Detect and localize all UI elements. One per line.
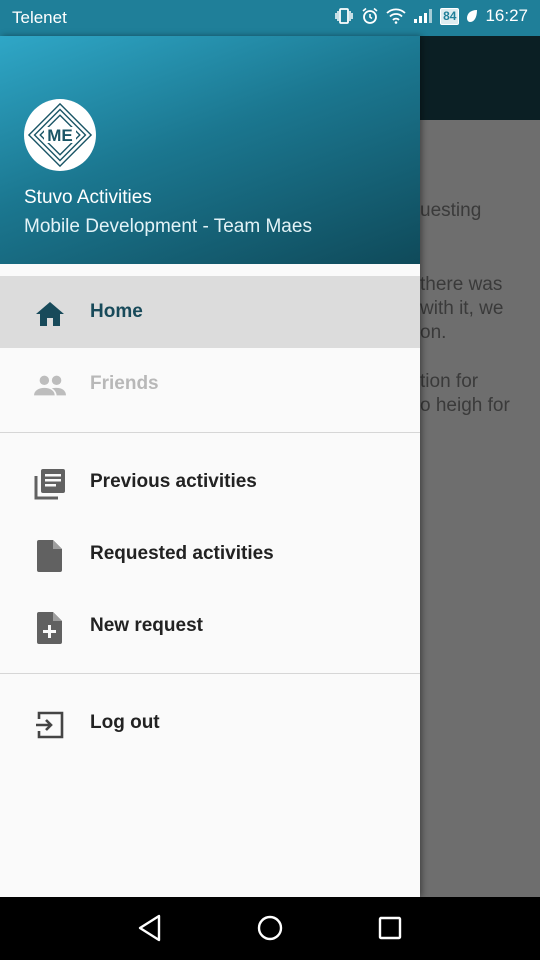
alarm-icon bbox=[361, 7, 379, 25]
navigation-drawer: ME Stuvo Activities Mobile Development -… bbox=[0, 36, 420, 897]
nav-item-label: Log out bbox=[90, 712, 160, 733]
recents-button[interactable] bbox=[375, 913, 405, 943]
list-icon bbox=[34, 468, 66, 500]
nav-item-label: Previous activities bbox=[90, 471, 257, 492]
background-text-line: tion for bbox=[420, 371, 479, 392]
nav-item-label: Requested activities bbox=[90, 543, 274, 564]
people-icon bbox=[34, 370, 66, 402]
battery-indicator: 84 bbox=[440, 7, 460, 25]
divider bbox=[0, 673, 420, 674]
home-button[interactable] bbox=[255, 913, 285, 943]
file-plus-icon bbox=[34, 612, 66, 644]
home-icon bbox=[34, 298, 66, 330]
team-logo: ME bbox=[24, 99, 96, 171]
nav-item-home[interactable]: Home bbox=[0, 276, 420, 348]
wifi-icon bbox=[386, 8, 406, 24]
status-icons: 84 16:27 bbox=[334, 6, 528, 26]
file-icon bbox=[34, 540, 66, 572]
signal-icon bbox=[413, 8, 433, 24]
divider bbox=[0, 432, 420, 433]
nav-item-friends[interactable]: Friends bbox=[0, 348, 420, 420]
vibrate-icon bbox=[334, 7, 354, 25]
app-name: Stuvo Activities bbox=[24, 187, 152, 208]
back-button[interactable] bbox=[135, 913, 165, 943]
exit-icon bbox=[34, 709, 66, 741]
nav-item-previous-activities[interactable]: Previous activities bbox=[0, 446, 420, 518]
status-bar: Telenet 84 16:27 bbox=[0, 0, 540, 36]
clock-time: 16:27 bbox=[485, 6, 528, 25]
nav-item-new-request[interactable]: New request bbox=[0, 590, 420, 662]
background-text-line: o heigh for bbox=[420, 395, 510, 416]
nav-item-log-out[interactable]: Log out bbox=[0, 687, 420, 759]
system-navigation-bar bbox=[0, 897, 540, 960]
nav-item-label: Friends bbox=[90, 373, 159, 394]
nav-item-label: Home bbox=[90, 301, 143, 322]
background-text-line: with it, we bbox=[420, 298, 504, 319]
background-text-line: there was bbox=[420, 274, 503, 295]
leaf-icon bbox=[466, 9, 478, 23]
drawer-header: ME Stuvo Activities Mobile Development -… bbox=[0, 36, 420, 264]
carrier-name: Telenet bbox=[12, 8, 67, 27]
nav-item-label: New request bbox=[90, 615, 203, 636]
nav-item-requested-activities[interactable]: Requested activities bbox=[0, 518, 420, 590]
background-text-line: on. bbox=[420, 322, 447, 343]
background-text-line: uesting bbox=[420, 200, 482, 221]
logo-text: ME bbox=[47, 126, 73, 145]
team-name: Mobile Development - Team Maes bbox=[24, 216, 312, 237]
